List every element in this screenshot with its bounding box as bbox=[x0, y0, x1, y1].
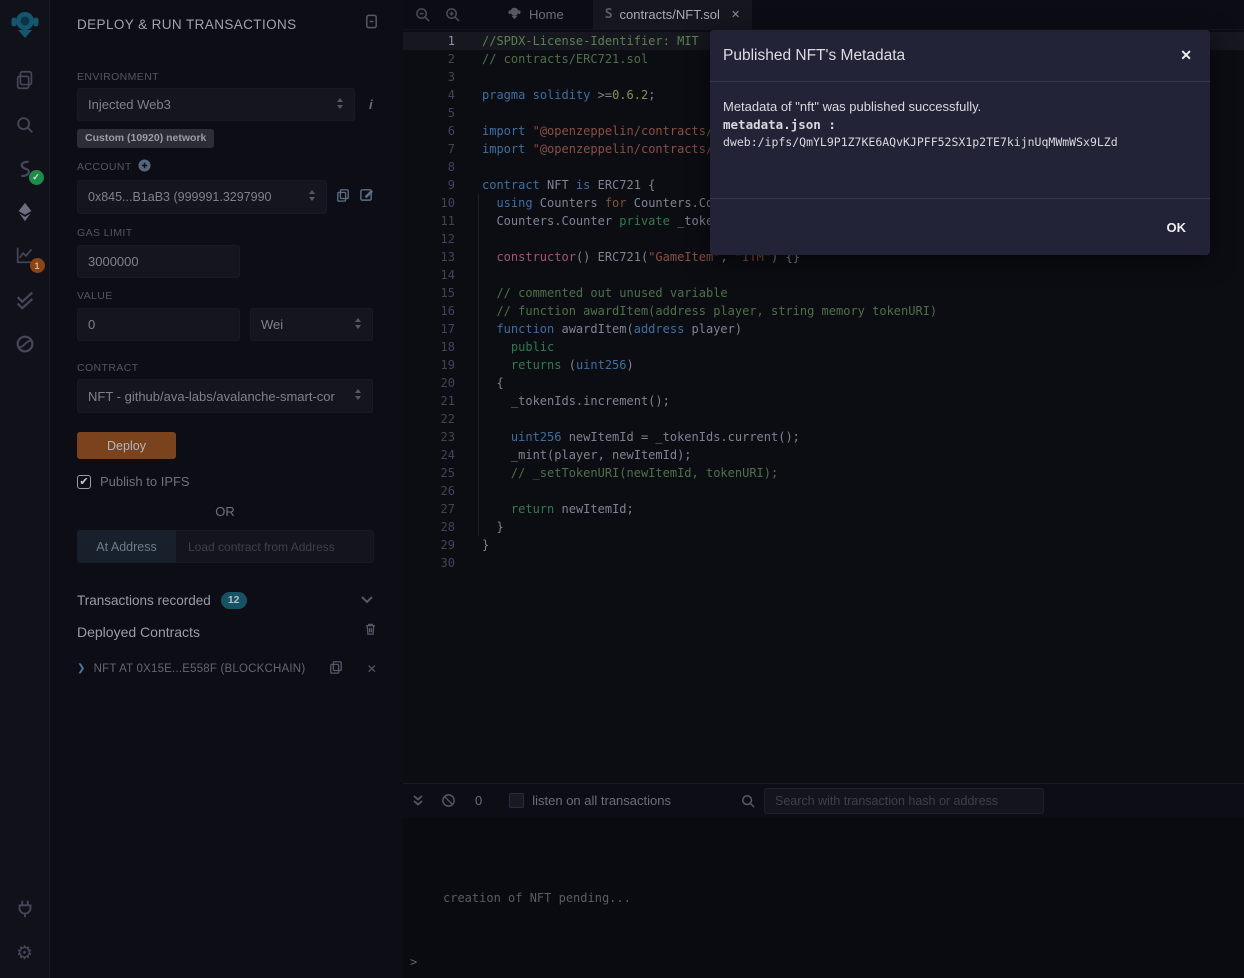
clear-console-icon[interactable] bbox=[439, 793, 457, 808]
chevron-down-icon[interactable] bbox=[361, 591, 373, 609]
add-account-icon[interactable] bbox=[138, 159, 151, 175]
transactions-recorded-label: Transactions recorded bbox=[77, 593, 211, 608]
deploy-button[interactable]: Deploy bbox=[77, 432, 176, 459]
zoom-out-icon[interactable] bbox=[407, 7, 437, 22]
copy-account-icon[interactable] bbox=[336, 188, 350, 207]
value-label: VALUE bbox=[77, 290, 403, 302]
or-divider: OR bbox=[77, 504, 373, 519]
modal-ok-button[interactable]: OK bbox=[1167, 220, 1187, 235]
contract-label: CONTRACT bbox=[77, 362, 403, 374]
ipfs-link: dweb:/ipfs/QmYL9P1Z7KE6AQvKJPFF52SX1p2TE… bbox=[723, 135, 1197, 149]
code-line: 16 // function awardItem(address player,… bbox=[403, 302, 1244, 320]
icon-sidebar: ✓ 1 ⚙ bbox=[0, 0, 50, 978]
transactions-count-badge: 12 bbox=[221, 592, 247, 609]
plugin-manager-icon[interactable] bbox=[13, 897, 37, 921]
close-tab-icon[interactable]: ✕ bbox=[731, 8, 740, 21]
code-line: 25 // _setTokenURI(newItemId, tokenURI); bbox=[403, 464, 1244, 482]
pending-tx-count: 0 bbox=[475, 793, 482, 808]
terminal-prompt: > bbox=[410, 955, 417, 969]
environment-info-icon[interactable]: i bbox=[369, 97, 373, 112]
listen-transactions-label: listen on all transactions bbox=[532, 793, 671, 808]
tab-contracts-nft-sol[interactable]: S contracts/NFT.sol ✕ bbox=[593, 0, 752, 30]
at-address-input[interactable]: Load contract from Address bbox=[176, 530, 374, 563]
settings-gear-icon[interactable]: ⚙ bbox=[13, 941, 37, 965]
modal-close-icon[interactable]: ✕ bbox=[1180, 47, 1192, 64]
gas-limit-label: GAS LIMIT bbox=[77, 227, 403, 239]
code-line: 30 bbox=[403, 554, 1244, 572]
network-badge: Custom (10920) network bbox=[77, 129, 214, 148]
select-caret-icon bbox=[354, 388, 362, 404]
copy-contract-icon[interactable] bbox=[329, 660, 343, 677]
static-analysis-icon[interactable]: 1 bbox=[13, 243, 37, 267]
debugger-plugin-icon[interactable] bbox=[13, 332, 37, 356]
terminal-log-line: creation of NFT pending... bbox=[443, 891, 631, 905]
value-unit-select[interactable]: Wei bbox=[250, 308, 373, 341]
code-line: 18 public bbox=[403, 338, 1244, 356]
panel-title: DEPLOY & RUN TRANSACTIONS bbox=[77, 17, 297, 32]
code-line: 29} bbox=[403, 536, 1244, 554]
value-input[interactable]: 0 bbox=[77, 308, 240, 341]
code-line: 19 returns (uint256) bbox=[403, 356, 1244, 374]
search-plugin-icon[interactable] bbox=[13, 113, 37, 137]
select-caret-icon bbox=[336, 97, 344, 113]
select-caret-icon bbox=[308, 189, 316, 205]
expand-contract-chevron-icon[interactable]: ❯ bbox=[77, 663, 86, 674]
publish-ipfs-label: Publish to IPFS bbox=[100, 474, 190, 489]
collapse-terminal-icon[interactable] bbox=[409, 794, 427, 807]
code-line: 23 uint256 newItemId = _tokenIds.current… bbox=[403, 428, 1244, 446]
file-explorer-icon[interactable] bbox=[13, 68, 37, 92]
unit-testing-icon[interactable] bbox=[13, 287, 37, 311]
remix-logo-icon[interactable] bbox=[8, 8, 42, 42]
code-line: 24 _mint(player, newItemId); bbox=[403, 446, 1244, 464]
deploy-run-icon[interactable] bbox=[13, 200, 37, 224]
gas-limit-input[interactable]: 3000000 bbox=[77, 245, 240, 278]
code-line: 22 bbox=[403, 410, 1244, 428]
code-line: 17 function awardItem(address player) bbox=[403, 320, 1244, 338]
code-line: 28 } bbox=[403, 518, 1244, 536]
code-line: 27 return newItemId; bbox=[403, 500, 1244, 518]
at-address-button[interactable]: At Address bbox=[77, 530, 176, 563]
solidity-file-icon: S bbox=[605, 7, 613, 22]
terminal-search-icon bbox=[741, 794, 755, 808]
deployed-contracts-label: Deployed Contracts bbox=[77, 624, 200, 640]
modal-message: Metadata of "nft" was published successf… bbox=[723, 98, 1197, 115]
deploy-run-panel: DEPLOY & RUN TRANSACTIONS ENVIRONMENT In… bbox=[50, 0, 403, 978]
sign-message-icon[interactable] bbox=[359, 187, 374, 207]
metadata-filename: metadata.json : bbox=[723, 117, 1197, 132]
plugin-docs-icon[interactable] bbox=[364, 14, 379, 34]
code-line: 21 _tokenIds.increment(); bbox=[403, 392, 1244, 410]
environment-label: ENVIRONMENT bbox=[77, 71, 403, 83]
code-line: 15 // commented out unused variable bbox=[403, 284, 1244, 302]
analysis-count-badge: 1 bbox=[30, 258, 45, 273]
account-select[interactable]: 0x845...B1aB3 (999991.3297990 bbox=[77, 180, 327, 214]
deployed-contract-label: NFT AT 0X15E...E558F (BLOCKCHAIN) bbox=[94, 663, 306, 675]
code-line: 26 bbox=[403, 482, 1244, 500]
remix-ide-window: ✓ 1 ⚙ bbox=[0, 0, 1244, 978]
select-caret-icon bbox=[354, 317, 362, 333]
clear-deployed-trash-icon[interactable] bbox=[364, 622, 377, 641]
remove-contract-icon[interactable]: ✕ bbox=[367, 662, 377, 676]
home-tab-icon bbox=[507, 6, 522, 24]
account-label: ACCOUNT bbox=[77, 159, 403, 175]
contract-select[interactable]: NFT - github/ava-labs/avalanche-smart-co… bbox=[77, 379, 373, 413]
terminal-output[interactable]: creation of NFT pending... > bbox=[403, 817, 1244, 978]
environment-select[interactable]: Injected Web3 bbox=[77, 88, 355, 121]
terminal-toolbar: 0 listen on all transactions Search with… bbox=[403, 783, 1244, 817]
publish-ipfs-checkbox[interactable]: ✔ bbox=[77, 475, 91, 489]
solidity-compiler-icon[interactable]: ✓ bbox=[13, 157, 37, 181]
listen-transactions-checkbox[interactable] bbox=[509, 793, 524, 808]
modal-title: Published NFT's Metadata bbox=[723, 47, 905, 65]
compile-success-badge: ✓ bbox=[29, 170, 44, 185]
tab-bar: Home S contracts/NFT.sol ✕ bbox=[403, 0, 1244, 30]
indent-guide bbox=[478, 194, 479, 536]
zoom-in-icon[interactable] bbox=[437, 7, 467, 22]
published-metadata-modal: Published NFT's Metadata ✕ Metadata of "… bbox=[710, 30, 1210, 255]
terminal-search-input[interactable]: Search with transaction hash or address bbox=[764, 788, 1044, 814]
code-line: 14 bbox=[403, 266, 1244, 284]
tab-home[interactable]: Home bbox=[495, 0, 576, 30]
code-line: 20 { bbox=[403, 374, 1244, 392]
